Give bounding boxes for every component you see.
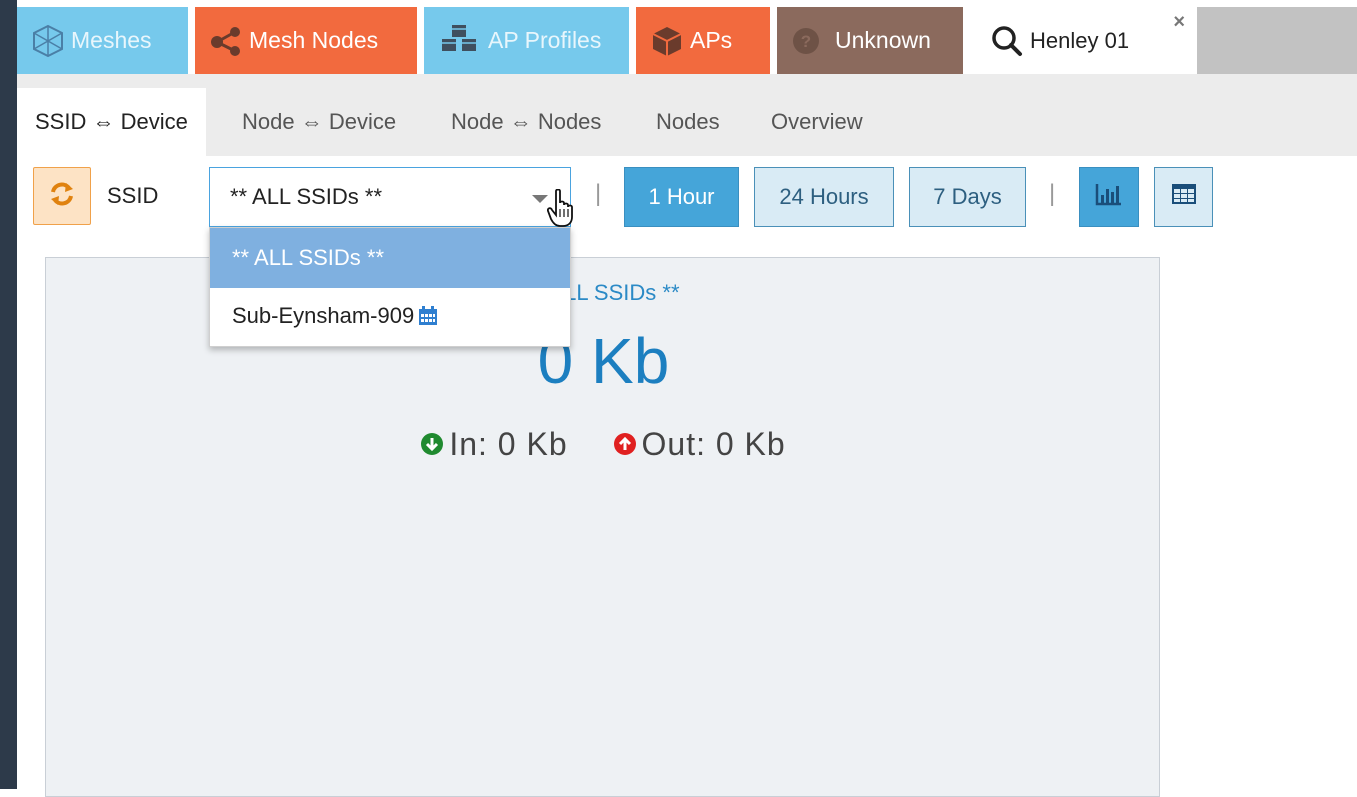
- dropdown-option-sub-eynsham-909[interactable]: Sub-Eynsham-909: [210, 286, 570, 346]
- refresh-icon: [49, 181, 75, 212]
- tab-aps[interactable]: APs: [636, 7, 770, 74]
- dropdown-option-all-ssids[interactable]: ** ALL SSIDs **: [210, 228, 570, 288]
- tab-ap-profiles[interactable]: AP Profiles: [424, 7, 629, 74]
- ssid-select[interactable]: ** ALL SSIDs **: [209, 167, 571, 227]
- in-usage-text: In: 0 Kb: [449, 426, 568, 462]
- hexagon-mesh-icon: [31, 24, 65, 58]
- btn-1-hour[interactable]: 1 Hour: [624, 167, 739, 227]
- toolbar-separator: |: [595, 180, 602, 207]
- top-tab-bar: Meshes Mesh Nodes AP Profiles APs ? Unkn…: [17, 0, 1357, 74]
- btn-24-hours[interactable]: 24 Hours: [754, 167, 894, 227]
- subtab-node-device[interactable]: Node ⇔ Device: [242, 88, 396, 156]
- toolbar-separator: |: [1049, 180, 1056, 207]
- subtab-nodes[interactable]: Nodes: [656, 88, 720, 156]
- ssid-label: SSID: [107, 183, 159, 208]
- option-label: Sub-Eynsham-909: [232, 303, 415, 328]
- chart-view-button[interactable]: [1079, 167, 1139, 227]
- svg-text:?: ?: [801, 32, 811, 51]
- tab-mesh-nodes[interactable]: Mesh Nodes: [195, 7, 417, 74]
- cube-icon: [650, 25, 684, 57]
- tab-bar-filler: [1197, 7, 1357, 74]
- left-rail: [0, 0, 17, 789]
- tab-unknown[interactable]: ? Unknown: [777, 7, 963, 74]
- subtab-ssid-device[interactable]: SSID ⇔ Device: [17, 88, 206, 156]
- tab-henley-01[interactable]: Henley 01 ×: [972, 7, 1195, 74]
- chevron-down-icon[interactable]: [532, 195, 548, 203]
- refresh-button[interactable]: [33, 167, 91, 225]
- bar-chart-icon: [1095, 182, 1123, 212]
- arrow-up-circle-icon: [613, 432, 636, 455]
- arrow-down-circle-icon: [421, 432, 444, 455]
- subtab-overview[interactable]: Overview: [771, 88, 863, 156]
- share-nodes-icon: [209, 26, 243, 56]
- table-view-button[interactable]: [1154, 167, 1213, 227]
- table-icon: [1171, 183, 1197, 211]
- tab-label: APs: [690, 27, 733, 53]
- question-circle-icon: ?: [791, 26, 821, 56]
- ssid-dropdown-list: ** ALL SSIDs ** Sub-Eynsham-909: [209, 227, 571, 347]
- tab-label: Henley 01: [1030, 27, 1130, 53]
- subtab-node-nodes[interactable]: Node ⇔ Nodes: [451, 88, 601, 156]
- ssid-select-value: ** ALL SSIDs **: [230, 184, 383, 209]
- btn-7-days[interactable]: 7 Days: [909, 167, 1026, 227]
- sub-tab-bar: SSID ⇔ Device Node ⇔ Device Node ⇔ Nodes…: [17, 74, 1357, 156]
- tab-meshes[interactable]: Meshes: [17, 7, 188, 74]
- calendar-icon: [418, 306, 438, 326]
- cubes-icon: [438, 23, 482, 59]
- out-usage: Out: 0 Kb: [613, 426, 786, 463]
- tab-label: Unknown: [835, 27, 931, 53]
- tab-label: AP Profiles: [488, 27, 602, 53]
- in-out-summary: In: 0 Kb Out: 0 Kb: [46, 426, 1161, 463]
- out-usage-text: Out: 0 Kb: [641, 426, 786, 462]
- tab-label: Meshes: [71, 27, 152, 53]
- tab-label: Mesh Nodes: [249, 27, 379, 53]
- close-tab-icon[interactable]: ×: [1173, 11, 1185, 34]
- search-icon: [990, 24, 1024, 58]
- in-usage: In: 0 Kb: [421, 426, 567, 463]
